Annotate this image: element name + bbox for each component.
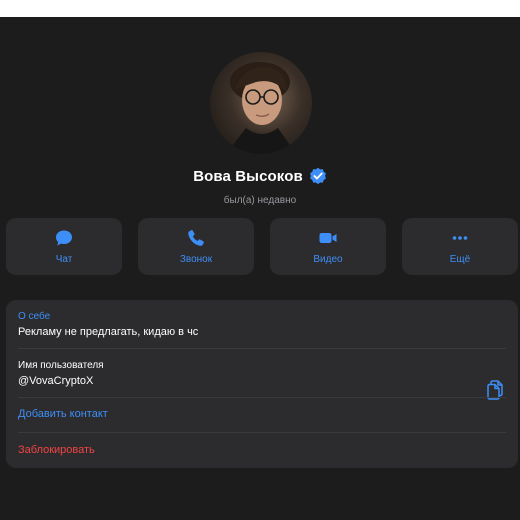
profile-screen: Вова Высоков был(а) недавно Чат Звонок В… [0, 17, 520, 520]
bio-label: О себе [18, 311, 51, 322]
bio-value: Рекламу не предлагать, кидаю в чс [18, 326, 199, 338]
username-value: @VovaCryptoX [18, 375, 94, 387]
phone-icon [188, 230, 204, 246]
name-row: Вова Высоков [0, 167, 520, 185]
divider [18, 432, 506, 433]
username-row[interactable]: Имя пользователя @VovaCryptoX [18, 360, 518, 387]
call-button-label: Звонок [179, 254, 213, 265]
avatar[interactable] [210, 52, 312, 154]
divider [18, 397, 506, 398]
more-button-label: Ещё [449, 254, 471, 265]
profile-name: Вова Высоков [193, 167, 303, 185]
video-button[interactable]: Видео [270, 218, 386, 275]
video-camera-icon [319, 233, 337, 243]
username-label: Имя пользователя [18, 360, 104, 371]
avatar-photo [226, 62, 296, 154]
block-row[interactable]: Заблокировать [18, 444, 518, 456]
chat-button-label: Чат [55, 254, 73, 265]
divider [18, 348, 506, 349]
bio-row[interactable]: О себе Рекламу не предлагать, кидаю в чс [18, 311, 518, 338]
profile-info-card: О себе Рекламу не предлагать, кидаю в чс… [6, 300, 518, 468]
more-button[interactable]: Ещё [402, 218, 518, 275]
add-contact-row[interactable]: Добавить контакт [18, 408, 518, 420]
verified-badge-icon [309, 167, 327, 185]
block-user-link[interactable]: Заблокировать [18, 444, 518, 456]
add-contact-link[interactable]: Добавить контакт [18, 408, 518, 420]
video-button-label: Видео [313, 254, 343, 265]
chat-bubble-icon [56, 230, 72, 246]
call-button[interactable]: Звонок [138, 218, 254, 275]
chat-button[interactable]: Чат [6, 218, 122, 275]
more-dots-icon [452, 236, 468, 240]
action-buttons: Чат Звонок Видео Ещё [6, 218, 518, 275]
last-seen-status: был(а) недавно [223, 195, 297, 206]
